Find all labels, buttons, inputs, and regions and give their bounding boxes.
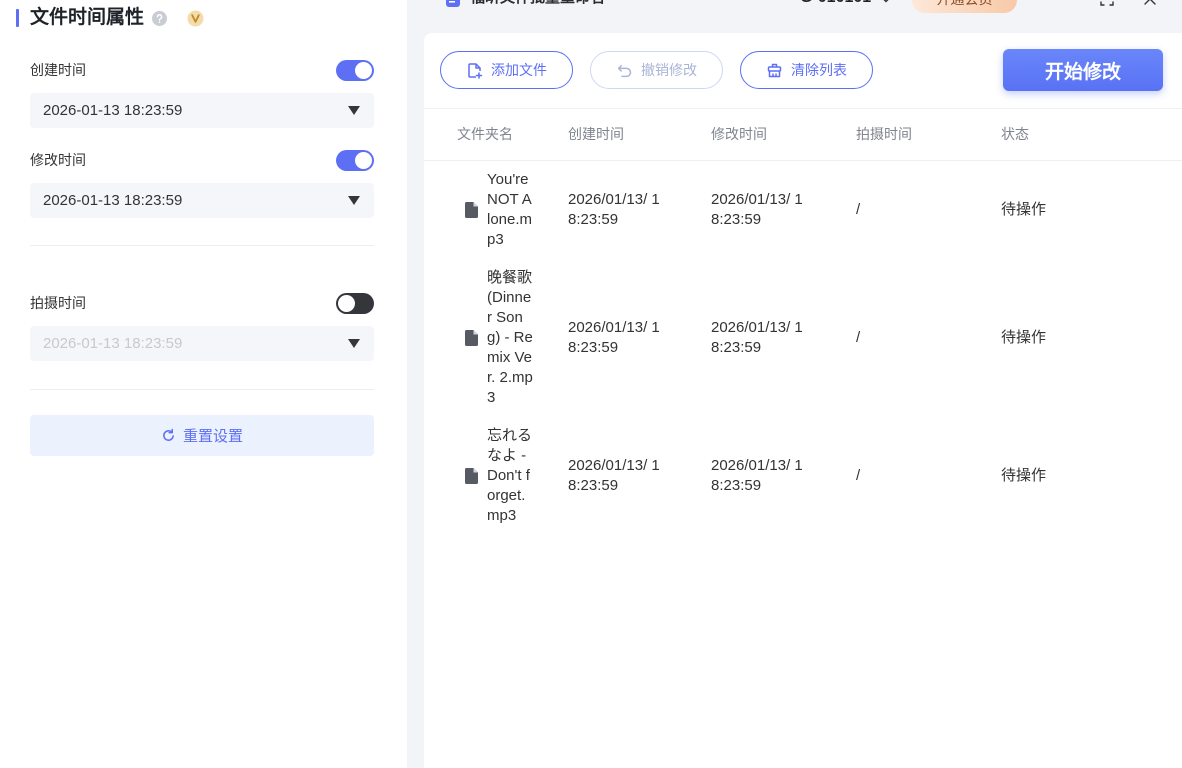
column-header-modified: 修改时间 (711, 126, 767, 142)
status-cell: 待操作 (1001, 201, 1047, 218)
created-time-toggle[interactable] (336, 60, 374, 81)
triangle-down-icon (348, 339, 360, 348)
chevron-down-icon[interactable] (881, 0, 891, 4)
undo-icon (617, 64, 632, 77)
file-name-cell: You're NOT A lone.mp3 (457, 170, 568, 250)
app-logo-icon (446, 0, 460, 7)
file-name: 忘れるなよ - Don't forget.mp3 (487, 427, 533, 524)
created-time-cell: 2026/01/13/ 18:23:59 (568, 191, 660, 228)
file-add-icon (468, 62, 483, 79)
table-row[interactable]: 晚餐歌(Dinner Song) - Remix Ver. 2.mp3 2026… (424, 259, 1182, 417)
created-time-cell: 2026/01/13/ 18:23:59 (568, 319, 660, 356)
settings-panel: 文件时间属性 创建时间 2026-01-13 18:23:59 修改时间 202… (0, 0, 407, 768)
status-cell: 待操作 (1001, 329, 1047, 346)
modified-time-label: 修改时间 (30, 152, 86, 168)
file-list-card: 添加文件 撤销修改 清除列表 开始修改 文件夹名 创建时间 修改时间 拍摄时间 … (424, 33, 1182, 768)
modified-time-cell: 2026/01/13/ 18:23:59 (711, 457, 803, 494)
refresh-icon (163, 428, 174, 441)
shooting-time-toggle[interactable] (336, 293, 374, 314)
column-header-created: 创建时间 (568, 126, 624, 142)
column-header-name: 文件夹名 (457, 126, 513, 142)
toggle-knob (355, 62, 372, 79)
window-title-bar: 福昕文件批量重命名 G-010101 开通会员 (407, 0, 1182, 33)
file-name: 晚餐歌(Dinner Song) - Remix Ver. 2.mp3 (487, 269, 533, 406)
question-circle-icon[interactable] (152, 11, 167, 26)
modified-time-toggle[interactable] (336, 150, 374, 171)
title-accent-bar (16, 9, 19, 27)
toggle-knob (338, 295, 355, 312)
undo-changes-label: 撤销修改 (641, 62, 697, 78)
shooting-time-label: 拍摄时间 (30, 295, 86, 311)
triangle-down-icon (348, 196, 360, 205)
file-name: You're NOT A lone.mp3 (487, 171, 533, 248)
table-row[interactable]: You're NOT A lone.mp3 2026/01/13/ 18:23:… (424, 161, 1182, 259)
table-body: You're NOT A lone.mp3 2026/01/13/ 18:23:… (424, 161, 1182, 535)
shooting-time-dropdown[interactable]: 2026-01-13 18:23:59 (30, 326, 374, 361)
file-name-cell: 晚餐歌(Dinner Song) - Remix Ver. 2.mp3 (457, 268, 568, 408)
column-header-shooting: 拍摄时间 (856, 126, 912, 142)
modified-time-cell: 2026/01/13/ 18:23:59 (711, 191, 803, 228)
modified-time-cell: 2026/01/13/ 18:23:59 (711, 319, 803, 356)
clear-list-button[interactable]: 清除列表 (740, 51, 873, 89)
maximize-icon[interactable] (1100, 0, 1114, 6)
file-name-cell: 忘れるなよ - Don't forget.mp3 (457, 426, 568, 526)
close-icon[interactable] (1143, 0, 1157, 6)
file-icon (465, 468, 478, 484)
created-time-label: 创建时间 (30, 62, 86, 78)
reset-settings-label: 重置设置 (182, 428, 243, 445)
file-icon (465, 202, 478, 218)
created-time-cell: 2026/01/13/ 18:23:59 (568, 457, 660, 494)
column-header-status: 状态 (1001, 126, 1029, 142)
undo-changes-button[interactable]: 撤销修改 (590, 51, 723, 89)
divider (30, 389, 374, 390)
basket-icon (767, 63, 782, 77)
clear-list-label: 清除列表 (791, 62, 847, 78)
created-time-field: 创建时间 2026-01-13 18:23:59 (30, 60, 374, 128)
account-name[interactable]: G-010101 (800, 0, 871, 8)
panel-title: 文件时间属性 (30, 7, 145, 28)
created-time-dropdown[interactable]: 2026-01-13 18:23:59 (30, 93, 374, 128)
shooting-time-cell: / (856, 329, 861, 346)
file-icon (465, 330, 478, 346)
shooting-time-field: 拍摄时间 2026-01-13 18:23:59 (30, 293, 374, 361)
shooting-time-cell: / (856, 201, 861, 218)
status-cell: 待操作 (1001, 467, 1047, 484)
modified-time-value: 2026-01-13 18:23:59 (43, 192, 183, 209)
add-files-label: 添加文件 (491, 62, 547, 78)
start-modify-button[interactable]: 开始修改 (1003, 49, 1163, 91)
table-row[interactable]: 忘れるなよ - Don't forget.mp3 2026/01/13/ 18:… (424, 417, 1182, 535)
open-vip-button[interactable]: 开通会员 (912, 0, 1017, 13)
app-title: 福昕文件批量重命名 (470, 0, 605, 8)
shooting-time-cell: / (856, 467, 861, 484)
modified-time-field: 修改时间 2026-01-13 18:23:59 (30, 150, 374, 218)
created-time-value: 2026-01-13 18:23:59 (43, 102, 183, 119)
toggle-knob (355, 152, 372, 169)
triangle-down-icon (348, 106, 360, 115)
reset-settings-button[interactable]: 重置设置 (30, 415, 374, 456)
table-header: 文件夹名 创建时间 修改时间 拍摄时间 状态 (424, 109, 1182, 160)
shooting-time-value: 2026-01-13 18:23:59 (43, 335, 183, 352)
add-files-button[interactable]: 添加文件 (440, 51, 573, 89)
vip-badge-icon[interactable] (187, 10, 204, 27)
modified-time-dropdown[interactable]: 2026-01-13 18:23:59 (30, 183, 374, 218)
divider (30, 245, 374, 246)
